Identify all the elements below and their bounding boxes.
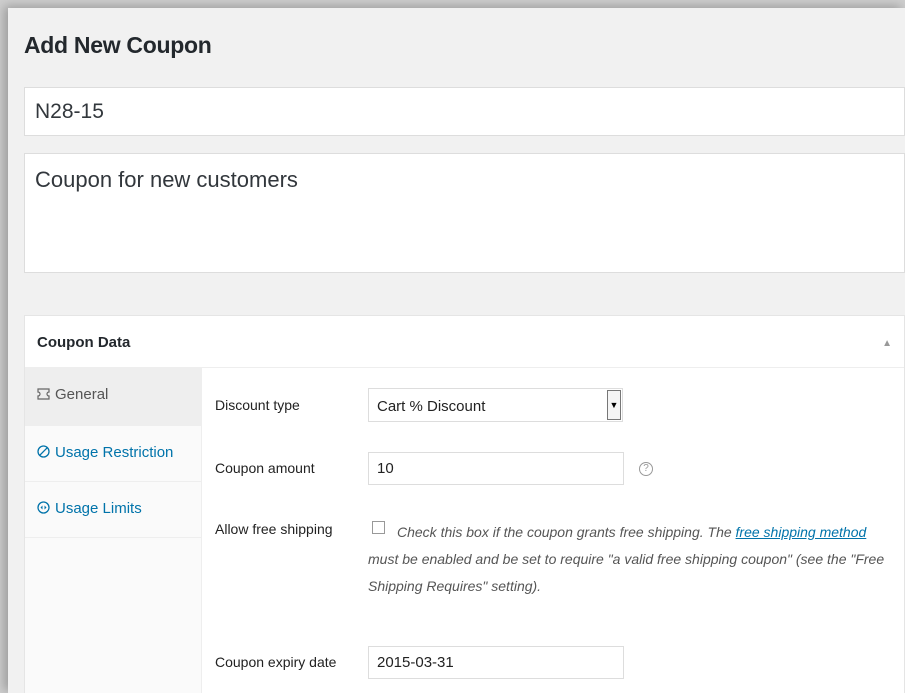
coupon-amount-input[interactable] (368, 452, 624, 485)
tab-general[interactable]: General (25, 368, 201, 426)
free-shipping-desc-after: must be enabled and be set to require "a… (368, 551, 885, 594)
tab-usage-restriction[interactable]: Usage Restriction (25, 426, 201, 482)
coupon-amount-label: Coupon amount (215, 460, 315, 476)
expiry-date-input[interactable] (368, 646, 624, 679)
dropdown-arrow-icon[interactable]: ▼ (607, 390, 621, 420)
coupon-data-tabs: General Usage Restriction Usage Limits (25, 368, 202, 693)
page: Add New Coupon Coupon for new customers … (8, 8, 905, 693)
discount-type-select[interactable]: Cart % Discount ▼ (368, 388, 623, 422)
expiry-date-label: Coupon expiry date (215, 654, 337, 670)
tab-usage-restriction-label: Usage Restriction (55, 444, 174, 461)
tab-usage-limits-label: Usage Limits (55, 500, 142, 517)
collapse-toggle-icon[interactable]: ▲ (882, 338, 892, 349)
tab-usage-limits[interactable]: Usage Limits (25, 482, 201, 538)
coupon-data-title: Coupon Data (37, 334, 131, 351)
ticket-icon (37, 387, 55, 403)
free-shipping-description: Check this box if the coupon grants free… (368, 519, 888, 600)
free-shipping-label: Allow free shipping (215, 521, 333, 537)
restriction-icon (37, 445, 55, 461)
free-shipping-desc-before: Check this box if the coupon grants free… (397, 524, 736, 540)
page-title: Add New Coupon (24, 32, 212, 58)
discount-type-label: Discount type (215, 397, 300, 413)
free-shipping-method-link[interactable]: free shipping method (736, 524, 867, 540)
help-icon[interactable]: ? (639, 462, 653, 476)
coupon-code-input[interactable] (24, 87, 905, 136)
general-fields: Discount type Cart % Discount ▼ Coupon a… (202, 368, 904, 693)
tab-general-label: General (55, 386, 109, 403)
coupon-data-panel: Coupon Data ▲ General Usage Restriction … (24, 315, 905, 693)
discount-type-value: Cart % Discount (377, 398, 486, 415)
coupon-description-textarea[interactable]: Coupon for new customers (24, 153, 905, 273)
coupon-data-header: Coupon Data ▲ (25, 316, 904, 368)
limits-icon (37, 501, 55, 517)
